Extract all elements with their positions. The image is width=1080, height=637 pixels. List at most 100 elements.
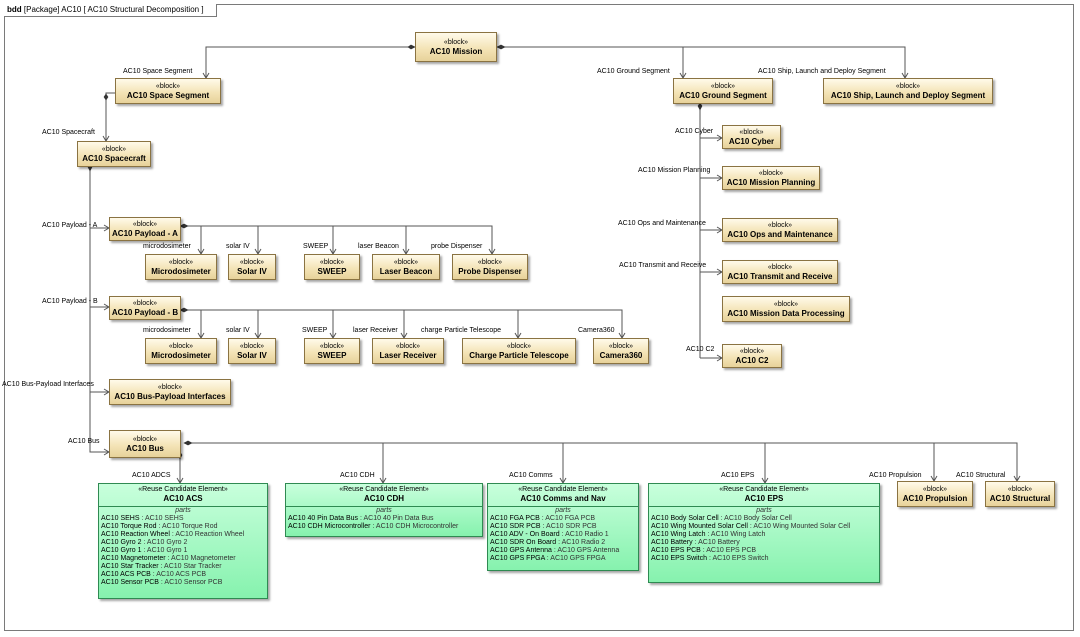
block-microdosimeter-a[interactable]: «block» Microdosimeter bbox=[145, 254, 217, 280]
part-row[interactable]: AC10 SDR PCB : AC10 SDR PCB bbox=[488, 523, 638, 531]
block-bus[interactable]: «block» AC10 Bus bbox=[109, 430, 181, 458]
part-row[interactable]: AC10 Battery : AC10 Battery bbox=[649, 539, 879, 547]
block-microdosimeter-b[interactable]: «block» Microdosimeter bbox=[145, 338, 217, 364]
block-laser-beacon[interactable]: «block» Laser Beacon bbox=[372, 254, 440, 280]
role-label-eps: AC10 EPS bbox=[721, 472, 755, 479]
block-payload-b[interactable]: «block» AC10 Payload - B bbox=[109, 296, 181, 320]
part-row[interactable]: AC10 Body Solar Cell : AC10 Body Solar C… bbox=[649, 515, 879, 523]
block-ops-maint[interactable]: «block» AC10 Ops and Maintenance bbox=[722, 218, 838, 242]
reuse-element-acs[interactable]: «Reuse Candidate Element» AC10 ACS parts … bbox=[98, 483, 268, 599]
block-mission[interactable]: «block» AC10 Mission bbox=[415, 32, 497, 62]
block-ship-launch[interactable]: «block» AC10 Ship, Launch and Deploy Segm… bbox=[823, 78, 993, 104]
block-stereotype: «block» bbox=[395, 342, 421, 350]
reuse-name: AC10 CDH bbox=[363, 494, 404, 503]
part-type: : AC10 Reaction Wheel bbox=[169, 531, 245, 538]
part-type: : AC10 Body Solar Cell bbox=[718, 515, 792, 522]
reuse-stereotype: «Reuse Candidate Element» bbox=[518, 486, 608, 493]
reuse-stereotype: «Reuse Candidate Element» bbox=[138, 486, 228, 493]
part-name: AC10 Reaction Wheel bbox=[101, 531, 170, 538]
block-probe-dispenser[interactable]: «block» Probe Dispenser bbox=[452, 254, 528, 280]
part-row[interactable]: AC10 EPS PCB : AC10 EPS PCB bbox=[649, 547, 879, 555]
part-type: : AC10 Sensor PCB bbox=[158, 579, 223, 586]
part-row[interactable]: AC10 GPS Antenna : AC10 GPS Antenna bbox=[488, 547, 638, 555]
role-label-solar-a: solar IV bbox=[226, 243, 250, 250]
part-row[interactable]: AC10 40 Pin Data Bus : AC10 40 Pin Data … bbox=[286, 515, 482, 523]
part-name: AC10 40 Pin Data Bus bbox=[288, 515, 359, 522]
block-name: AC10 Payload - A bbox=[112, 228, 178, 238]
block-c2[interactable]: «block» AC10 C2 bbox=[722, 344, 782, 368]
composite-diamond-icon bbox=[179, 307, 189, 313]
block-stereotype: «block» bbox=[710, 82, 736, 90]
part-name: AC10 Gyro 1 bbox=[101, 547, 142, 554]
part-row[interactable]: AC10 Magnetometer : AC10 Magnetometer bbox=[99, 555, 267, 563]
part-row[interactable]: AC10 CDH Microcontroller : AC10 CDH Micr… bbox=[286, 523, 482, 531]
part-type: : AC10 Torque Rod bbox=[156, 523, 218, 530]
part-row[interactable]: AC10 ADV - On Board : AC10 Radio 1 bbox=[488, 531, 638, 539]
part-row[interactable]: AC10 SDR On Board : AC10 Radio 2 bbox=[488, 539, 638, 547]
block-name: AC10 Mission Data Processing bbox=[727, 308, 845, 318]
part-row[interactable]: AC10 Reaction Wheel : AC10 Reaction Whee… bbox=[99, 531, 267, 539]
part-row[interactable]: AC10 GPS FPGA : AC10 GPS FPGA bbox=[488, 555, 638, 563]
block-payload-a[interactable]: «block» AC10 Payload - A bbox=[109, 217, 181, 241]
part-row[interactable]: AC10 Gyro 2 : AC10 Gyro 2 bbox=[99, 539, 267, 547]
role-label-sweep-b: SWEEP bbox=[302, 327, 328, 334]
part-row[interactable]: AC10 Sensor PCB : AC10 Sensor PCB bbox=[99, 579, 267, 587]
role-label-solar-b: solar IV bbox=[226, 327, 250, 334]
reuse-element-cdh[interactable]: «Reuse Candidate Element» AC10 CDH parts … bbox=[285, 483, 483, 537]
part-row[interactable]: AC10 Star Tracker : AC10 Star Tracker bbox=[99, 563, 267, 571]
part-row[interactable]: AC10 Wing Mounted Solar Cell : AC10 Wing… bbox=[649, 523, 879, 531]
block-mission-planning[interactable]: «block» AC10 Mission Planning bbox=[722, 166, 820, 190]
block-structural[interactable]: «block» AC10 Structural bbox=[985, 481, 1055, 507]
role-label-ship-launch: AC10 Ship, Launch and Deploy Segment bbox=[758, 68, 886, 75]
reuse-element-eps[interactable]: «Reuse Candidate Element» AC10 EPS parts … bbox=[648, 483, 880, 583]
role-label-cyber: AC10 Cyber bbox=[675, 128, 714, 135]
block-name: AC10 Spacecraft bbox=[82, 153, 146, 163]
block-camera360[interactable]: «block» Camera360 bbox=[593, 338, 649, 364]
block-sweep-b[interactable]: «block» SWEEP bbox=[304, 338, 360, 364]
block-name: AC10 Transmit and Receive bbox=[727, 271, 833, 281]
connector-mission-space[interactable] bbox=[205, 46, 415, 77]
part-row[interactable]: AC10 FGA PCB : AC10 FGA PCB bbox=[488, 515, 638, 523]
block-sweep-a[interactable]: «block» SWEEP bbox=[304, 254, 360, 280]
part-name: AC10 GPS Antenna bbox=[490, 547, 552, 554]
block-solar-iv-a[interactable]: «block» Solar IV bbox=[228, 254, 276, 280]
part-row[interactable]: AC10 Gyro 1 : AC10 Gyro 1 bbox=[99, 547, 267, 555]
block-mission-data[interactable]: «block» AC10 Mission Data Processing bbox=[722, 296, 850, 322]
block-charge-particle[interactable]: «block» Charge Particle Telescope bbox=[462, 338, 576, 364]
block-stereotype: «block» bbox=[443, 38, 469, 46]
part-row[interactable]: AC10 SEHS : AC10 SEHS bbox=[99, 515, 267, 523]
part-row[interactable]: AC10 ACS PCB : AC10 ACS PCB bbox=[99, 571, 267, 579]
block-space-segment[interactable]: «block» AC10 Space Segment bbox=[115, 78, 221, 104]
part-row[interactable]: AC10 Torque Rod : AC10 Torque Rod bbox=[99, 523, 267, 531]
part-type: : AC10 40 Pin Data Bus bbox=[358, 515, 434, 522]
block-ground-segment[interactable]: «block» AC10 Ground Segment bbox=[673, 78, 773, 104]
block-stereotype: «block» bbox=[157, 383, 183, 391]
role-label-laser-receiver: laser Receiver bbox=[353, 327, 398, 334]
part-row[interactable]: AC10 Wing Latch : AC10 Wing Latch bbox=[649, 531, 879, 539]
block-name: Solar IV bbox=[237, 266, 267, 276]
connector-spacecraft-trunk[interactable] bbox=[89, 168, 108, 453]
block-transmit-receive[interactable]: «block» AC10 Transmit and Receive bbox=[722, 260, 838, 284]
part-type: : AC10 Battery bbox=[692, 539, 740, 546]
part-type: : AC10 Wing Latch bbox=[705, 531, 766, 538]
block-propulsion[interactable]: «block» AC10 Propulsion bbox=[897, 481, 973, 507]
part-name: AC10 EPS Switch bbox=[651, 555, 708, 562]
block-bus-payload[interactable]: «block» AC10 Bus-Payload Interfaces bbox=[109, 379, 231, 405]
block-cyber[interactable]: «block» AC10 Cyber bbox=[722, 125, 781, 149]
reuse-header: «Reuse Candidate Element» AC10 EPS bbox=[649, 484, 879, 507]
block-spacecraft[interactable]: «block» AC10 Spacecraft bbox=[77, 141, 151, 167]
block-laser-receiver[interactable]: «block» Laser Receiver bbox=[372, 338, 444, 364]
role-label-laser-beacon: laser Beacon bbox=[358, 243, 399, 250]
part-row[interactable]: AC10 EPS Switch : AC10 EPS Switch bbox=[649, 555, 879, 563]
role-label-camera: Camera360 bbox=[578, 327, 615, 334]
reuse-element-comms[interactable]: «Reuse Candidate Element» AC10 Comms and … bbox=[487, 483, 639, 571]
role-label-bus-payload: AC10 Bus-Payload Interfaces bbox=[2, 381, 94, 388]
block-name: Microdosimeter bbox=[151, 350, 211, 360]
role-label-charge: charge Particle Telescope bbox=[421, 327, 502, 334]
composite-diamond-icon bbox=[183, 440, 193, 446]
block-stereotype: «block» bbox=[895, 82, 921, 90]
block-stereotype: «block» bbox=[758, 169, 784, 177]
parts-compartment-title: parts bbox=[756, 507, 772, 514]
block-solar-iv-b[interactable]: «block» Solar IV bbox=[228, 338, 276, 364]
connector-space-spacecraft[interactable] bbox=[105, 92, 115, 140]
